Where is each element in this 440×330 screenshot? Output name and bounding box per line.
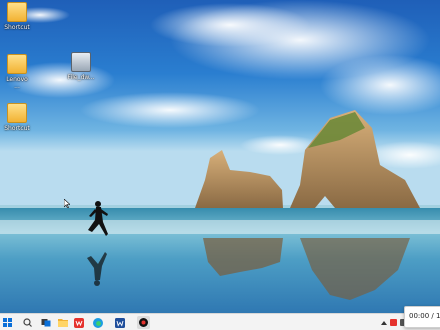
folder-icon [7,54,27,74]
desktop-icon-label: File_dw... [67,74,95,81]
wps-icon[interactable] [73,317,84,328]
desktop-icon-label: Lenovo ... [6,76,28,90]
start-icon[interactable] [2,317,13,328]
desktop-icon-shortcut-bottom[interactable]: Shortcut [0,103,34,132]
folder-icon [7,2,27,22]
desktop-icon-lenovo[interactable]: Lenovo ... [0,54,34,90]
desktop-icon-label: Shortcut [4,125,30,132]
clock-flyout[interactable]: 00:00 / 1... [404,306,440,328]
edge-icon[interactable] [92,317,103,328]
app-window-icon [71,52,91,72]
pinned-app-active[interactable] [137,316,150,329]
word-icon[interactable] [114,317,125,328]
search-icon[interactable] [22,317,33,328]
desktop-wallpaper [0,0,440,313]
taskbar [0,313,440,330]
network-icon[interactable] [390,319,397,326]
clock-text: 00:00 / 1... [409,312,440,320]
task-view-icon[interactable] [40,317,51,328]
chevron-up-icon[interactable] [381,320,387,325]
desktop-icon-label: Shortcut [4,24,30,31]
mouse-cursor-icon [64,199,70,208]
file-explorer-icon[interactable] [57,317,68,328]
folder-icon [7,103,27,123]
desktop-icon-file[interactable]: File_dw... [64,52,98,81]
desktop-icon-shortcut-top[interactable]: Shortcut [0,2,34,31]
